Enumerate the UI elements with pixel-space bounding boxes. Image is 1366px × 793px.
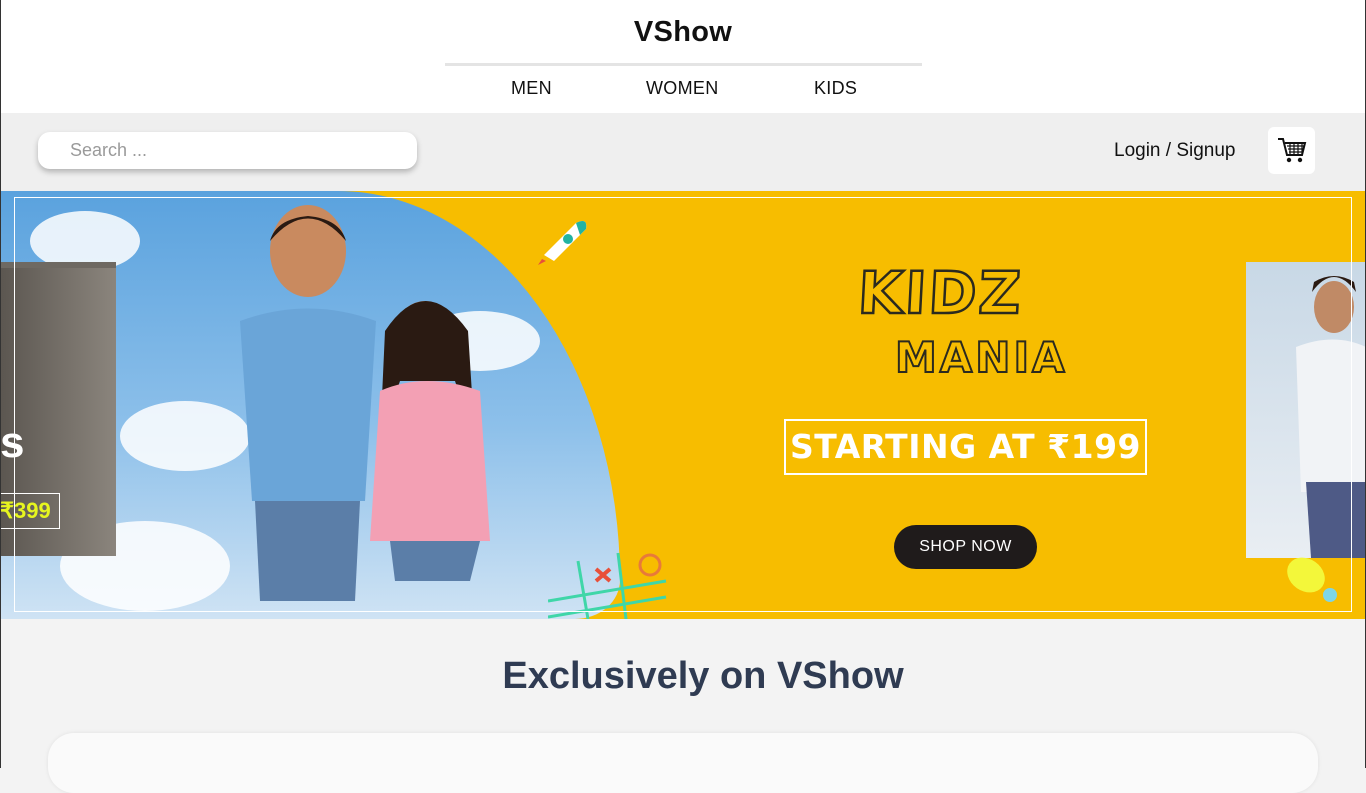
login-signup-link[interactable]: Login / Signup (1114, 140, 1236, 162)
cart-button[interactable] (1268, 127, 1315, 174)
search-input[interactable] (38, 132, 417, 169)
nav-item-men[interactable]: MEN (511, 78, 552, 99)
nav-item-kids[interactable]: KIDS (814, 78, 857, 99)
section-title: Exclusively on VShow (502, 655, 904, 697)
site-logo[interactable]: VShow (0, 16, 1366, 49)
top-header: VShow MEN WOMEN KIDS (0, 0, 1366, 113)
cart-icon (1278, 138, 1307, 163)
hero-banner[interactable]: s ₹399 KIDZ MANIA STARTING AT ₹199 SHOP … (0, 191, 1366, 619)
nav-divider (445, 63, 922, 66)
exclusive-products-panel (48, 733, 1318, 793)
banner-frame (14, 197, 1352, 612)
nav-item-women[interactable]: WOMEN (646, 78, 719, 99)
